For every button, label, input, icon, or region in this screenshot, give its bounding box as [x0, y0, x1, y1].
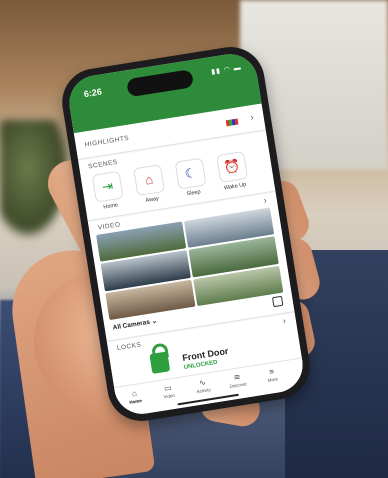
- locks-title: LOCKS: [116, 341, 142, 353]
- tab-more[interactable]: ≡ More: [256, 365, 288, 385]
- away-house-icon: ⌂: [133, 164, 166, 197]
- chevron-right-icon[interactable]: ›: [250, 112, 255, 122]
- chevron-right-icon[interactable]: ›: [263, 195, 268, 205]
- scene-wake-up-button[interactable]: ⏰ Wake Up: [215, 150, 250, 192]
- camera-grid: [96, 207, 284, 321]
- scene-sleep-button[interactable]: ☾ Sleep: [174, 157, 209, 198]
- scene-label: Wake Up: [223, 182, 247, 192]
- camera-select[interactable]: All Cameras ⌄: [112, 317, 158, 332]
- home-arrow-icon: ⇥: [91, 170, 124, 203]
- scene-away-button[interactable]: ⌂ Away: [132, 164, 167, 205]
- chevron-down-icon: ⌄: [151, 317, 158, 326]
- scenes-title: SCENES: [87, 158, 119, 171]
- alarm-clock-icon: ⏰: [216, 150, 249, 183]
- expand-icon[interactable]: [271, 295, 284, 308]
- scene-label: Sleep: [186, 189, 202, 198]
- padlock-body[interactable]: [149, 351, 171, 374]
- scene-label: Home: [103, 202, 119, 211]
- scene-label: Away: [145, 195, 160, 204]
- highlights-title: HIGHLIGHTS: [84, 134, 130, 149]
- background-photo: 6:26 ▮▮ ◠ ▬ HIGHLIGHTS › SCENES ⇥ Home ⌂…: [0, 0, 388, 478]
- video-title: VIDEO: [97, 221, 122, 232]
- camera-select-label: All Cameras: [112, 318, 151, 332]
- tab-video[interactable]: ▭ Video: [152, 381, 184, 401]
- chevron-right-icon[interactable]: ›: [282, 316, 287, 326]
- status-time: 6:26: [83, 86, 103, 100]
- dynamic-island: [126, 69, 195, 98]
- tab-discover[interactable]: ≋ Discover: [222, 370, 254, 390]
- tab-activity[interactable]: ∿ Activity: [187, 376, 219, 396]
- home-indicator: [177, 393, 239, 406]
- status-icons: ▮▮ ◠ ▬: [210, 64, 243, 77]
- moon-icon: ☾: [174, 157, 207, 190]
- tab-home[interactable]: ⌂ Home: [119, 387, 151, 407]
- scene-home-button[interactable]: ⇥ Home: [91, 170, 126, 212]
- highlights-color-bars-icon: [225, 118, 239, 127]
